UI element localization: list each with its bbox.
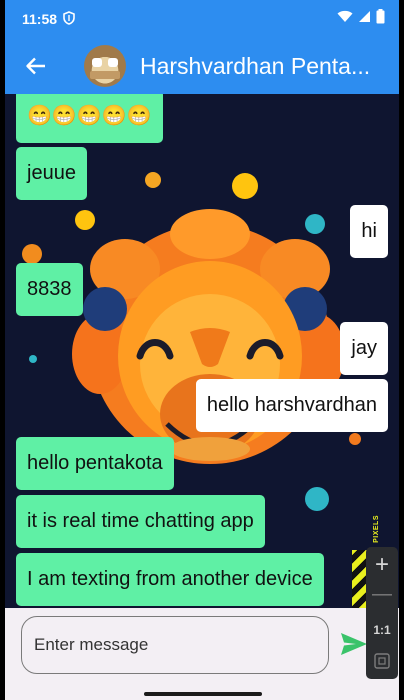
signal-icon bbox=[358, 10, 371, 28]
message-bubble-received[interactable]: 😁😁😁😁😁 bbox=[16, 94, 163, 143]
battery-icon bbox=[376, 9, 385, 29]
message-input[interactable] bbox=[21, 616, 329, 674]
send-icon bbox=[341, 633, 367, 655]
message-bubble-received[interactable]: hello pentakota bbox=[16, 437, 174, 490]
overlay-tag: PIXELS bbox=[373, 515, 380, 543]
back-button[interactable] bbox=[16, 46, 56, 86]
message-bubble-sent[interactable]: jay bbox=[340, 322, 388, 375]
chat-area[interactable]: 😁😁😁😁😁 jeuue hi 8838 jay hello harshvardh… bbox=[5, 94, 399, 608]
send-button[interactable] bbox=[340, 632, 368, 661]
shield-icon bbox=[63, 10, 75, 28]
status-time: 11:58 bbox=[22, 11, 58, 27]
status-bar: 11:58 bbox=[5, 0, 399, 38]
zoom-toolbar: + — 1:1 bbox=[366, 547, 398, 679]
avatar-image-part bbox=[108, 58, 118, 67]
gesture-nav-bar bbox=[5, 688, 399, 700]
zoom-in-button[interactable]: + bbox=[366, 551, 398, 579]
hazard-stripe-overlay bbox=[352, 550, 367, 608]
actual-size-button[interactable]: 1:1 bbox=[366, 623, 398, 637]
app-bar: Harshvardhan Penta... bbox=[5, 38, 399, 94]
wifi-icon bbox=[337, 10, 353, 28]
message-bubble-received[interactable]: 8838 bbox=[16, 263, 83, 316]
avatar-image-part bbox=[90, 71, 120, 79]
zoom-out-button[interactable]: — bbox=[366, 583, 398, 606]
home-handle[interactable] bbox=[144, 692, 262, 696]
message-bubble-received[interactable]: jeuue bbox=[16, 147, 87, 200]
back-arrow-icon bbox=[26, 57, 45, 75]
fit-screen-icon bbox=[374, 653, 390, 669]
message-bubble-sent[interactable]: hi bbox=[350, 205, 388, 258]
message-composer bbox=[5, 608, 399, 688]
fit-screen-button[interactable] bbox=[366, 653, 398, 674]
message-bubble-received[interactable]: I am texting from another device bbox=[16, 553, 324, 606]
status-icons bbox=[337, 9, 385, 29]
message-bubble-received[interactable]: it is real time chatting app bbox=[16, 495, 265, 548]
phone-screen: 11:58 Harshvardhan Penta... 😁😁😁😁😁 jeuue … bbox=[5, 0, 399, 700]
message-bubble-sent[interactable]: hello harshvardhan bbox=[195, 379, 388, 432]
avatar-image-part bbox=[92, 58, 102, 67]
chat-title[interactable]: Harshvardhan Penta... bbox=[140, 53, 380, 80]
avatar[interactable] bbox=[84, 45, 126, 87]
